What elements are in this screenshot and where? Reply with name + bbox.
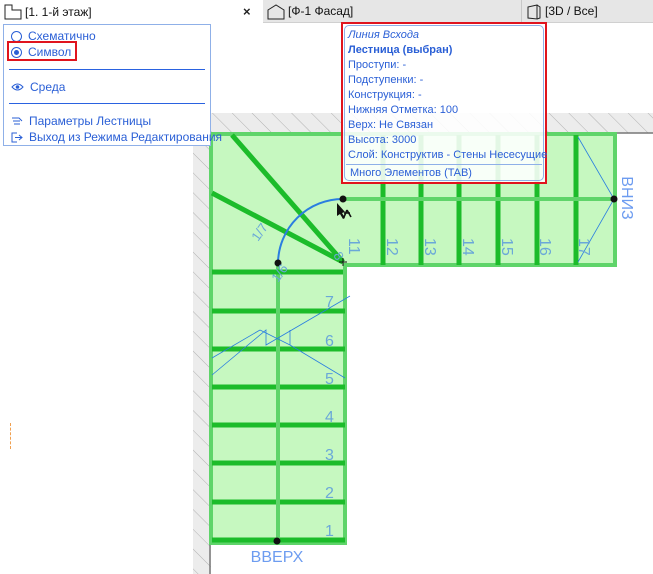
tread-number: 17 <box>575 238 592 256</box>
menu-label: Среда <box>30 80 66 94</box>
eye-icon <box>11 83 24 91</box>
stair-settings-icon <box>12 117 23 124</box>
menu-item-environment[interactable]: Среда <box>11 79 65 95</box>
exit-icon <box>11 132 23 142</box>
tread-number: 7 <box>325 294 334 311</box>
tread-number: 12 <box>383 238 400 256</box>
tread-number: 6 <box>325 333 334 350</box>
walking-line-node[interactable] <box>273 537 281 545</box>
element-info-tooltip: Линия Всхода Лестница (выбран) Проступи:… <box>341 22 547 184</box>
tooltip-footer[interactable]: Много Элементов (TAB) <box>350 167 472 179</box>
tread-number: 16 <box>536 238 553 256</box>
tooltip-element: Лестница (выбран) <box>348 44 453 56</box>
tread-number: 15 <box>498 238 515 256</box>
tread-number: 3 <box>325 447 334 464</box>
walking-line-node[interactable] <box>610 195 618 203</box>
menu-item-exit-edit-mode[interactable]: Выход из Режима Редактирования <box>11 129 222 145</box>
tooltip-line: Высота: 3000 <box>348 134 417 146</box>
menu-divider <box>9 69 205 70</box>
tooltip-title: Линия Всхода <box>348 29 420 41</box>
tread-number: 14 <box>459 238 476 256</box>
tooltip-line: Конструкция: - <box>348 89 422 101</box>
tread-number: 1 <box>325 523 334 540</box>
menu-item-stair-settings[interactable]: Параметры Лестницы <box>11 113 151 129</box>
tooltip-line: Проступи: - <box>348 59 407 71</box>
radio-icon <box>11 30 22 42</box>
tooltip-line: Подступенки: - <box>348 74 424 86</box>
selection-highlight <box>7 41 77 61</box>
tooltip-line: Верх: Не Связан <box>348 119 434 131</box>
tooltip-line: Слой: Конструктив - Стены Несесущие <box>348 149 548 161</box>
marker-icon <box>10 423 14 449</box>
tread-number: 5 <box>325 371 334 388</box>
tooltip-divider <box>346 164 542 165</box>
tread-number: 2 <box>325 485 334 502</box>
up-label: ВВЕРХ <box>251 549 304 566</box>
menu-label: Выход из Режима Редактирования <box>29 130 223 144</box>
menu-divider <box>9 103 205 104</box>
stair-outline <box>209 132 617 545</box>
wall-left[interactable] <box>193 113 211 574</box>
tread-number: 13 <box>421 238 438 256</box>
tread-number: 11 <box>345 238 362 255</box>
tooltip-line: Нижняя Отметка: 100 <box>348 104 459 116</box>
menu-label: Параметры Лестницы <box>29 114 152 128</box>
tread-number: 4 <box>325 409 334 426</box>
stair-context-menu: Схематично Символ Среда Параметры Лестни… <box>3 24 222 146</box>
stair[interactable]: 123456711 12 13 14 15 16 17 1/6 1/7 8 ВВЕРХ ВН… <box>209 132 635 566</box>
down-label: ВНИЗ <box>618 176 635 219</box>
walking-line-node[interactable] <box>339 195 347 203</box>
